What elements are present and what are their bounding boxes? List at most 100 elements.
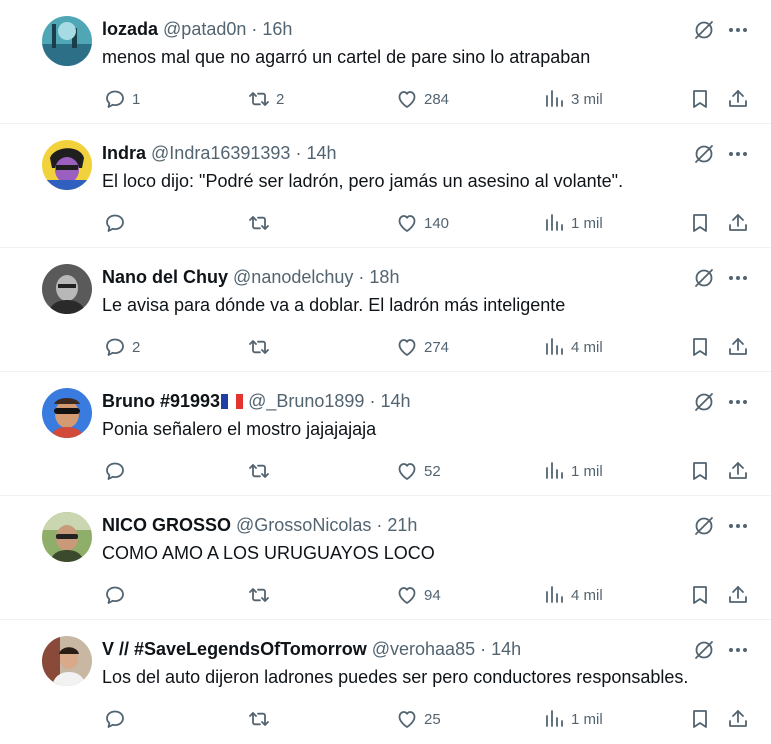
- like-button[interactable]: 25: [396, 706, 441, 732]
- like-count: 25: [424, 710, 441, 728]
- views-count: 4 mil: [571, 586, 603, 604]
- grok-icon[interactable]: [693, 267, 715, 289]
- avatar[interactable]: [42, 636, 92, 686]
- more-icon[interactable]: [726, 515, 750, 537]
- display-name[interactable]: V // #SaveLegendsOfTomorrow: [102, 639, 367, 659]
- views-chart-icon: [543, 460, 565, 482]
- tweet-header: Nano del Chuy @nanodelchuy · 18h: [102, 265, 399, 289]
- reply-icon: [104, 88, 126, 110]
- bookmark-button[interactable]: [689, 706, 711, 732]
- views-button[interactable]: 4 mil: [543, 334, 603, 360]
- share-button[interactable]: [727, 582, 749, 608]
- reply-icon: [104, 336, 126, 358]
- tweet[interactable]: Indra @Indra16391393 · 14h El loco dijo:…: [0, 124, 771, 248]
- views-button[interactable]: 1 mil: [543, 210, 603, 236]
- avatar[interactable]: [42, 388, 92, 438]
- more-icon[interactable]: [726, 19, 750, 41]
- like-button[interactable]: 284: [396, 86, 449, 112]
- user-handle[interactable]: @nanodelchuy: [233, 267, 353, 287]
- retweet-button[interactable]: [248, 334, 276, 360]
- tweet[interactable]: Bruno #91993 @_Bruno1899 · 14h Ponia señ…: [0, 372, 771, 496]
- bookmark-icon: [689, 584, 711, 606]
- retweet-button[interactable]: [248, 582, 276, 608]
- user-handle[interactable]: @verohaa85: [372, 639, 475, 659]
- like-button[interactable]: 274: [396, 334, 449, 360]
- share-icon: [727, 88, 749, 110]
- retweet-button[interactable]: [248, 706, 276, 732]
- timestamp[interactable]: 14h: [306, 143, 336, 163]
- views-chart-icon: [543, 336, 565, 358]
- more-icon[interactable]: [726, 391, 750, 413]
- views-button[interactable]: 1 mil: [543, 458, 603, 484]
- timestamp[interactable]: 16h: [262, 19, 292, 39]
- like-button[interactable]: 94: [396, 582, 441, 608]
- views-button[interactable]: 3 mil: [543, 86, 603, 112]
- grok-icon[interactable]: [693, 143, 715, 165]
- grok-icon[interactable]: [693, 639, 715, 661]
- timestamp[interactable]: 21h: [387, 515, 417, 535]
- like-count: 140: [424, 214, 450, 232]
- reply-button[interactable]: [104, 706, 132, 732]
- retweet-icon: [248, 88, 270, 110]
- bookmark-icon: [689, 336, 711, 358]
- user-handle[interactable]: @patad0n: [163, 19, 246, 39]
- share-button[interactable]: [727, 458, 749, 484]
- views-chart-icon: [543, 212, 565, 234]
- retweet-button[interactable]: 2: [248, 86, 284, 112]
- reply-button[interactable]: [104, 210, 132, 236]
- share-button[interactable]: [727, 706, 749, 732]
- more-icon[interactable]: [726, 143, 750, 165]
- display-name[interactable]: Indra: [102, 143, 146, 163]
- tweet[interactable]: NICO GROSSO @GrossoNicolas · 21h COMO AM…: [0, 496, 771, 620]
- display-name[interactable]: lozada: [102, 19, 158, 39]
- display-name[interactable]: Bruno #91993: [102, 391, 220, 411]
- user-handle[interactable]: @GrossoNicolas: [236, 515, 371, 535]
- tweet[interactable]: Nano del Chuy @nanodelchuy · 18h Le avis…: [0, 248, 771, 372]
- timestamp[interactable]: 14h: [380, 391, 410, 411]
- tweet[interactable]: V // #SaveLegendsOfTomorrow @verohaa85 ·…: [0, 620, 771, 744]
- retweet-button[interactable]: [248, 458, 276, 484]
- bookmark-icon: [689, 708, 711, 730]
- user-handle[interactable]: @Indra16391393: [151, 143, 290, 163]
- share-button[interactable]: [727, 86, 749, 112]
- heart-icon: [396, 336, 418, 358]
- avatar[interactable]: [42, 264, 92, 314]
- views-button[interactable]: 1 mil: [543, 706, 603, 732]
- tweet-text: menos mal que no agarró un cartel de par…: [102, 47, 591, 67]
- retweet-button[interactable]: [248, 210, 276, 236]
- reply-button[interactable]: [104, 582, 132, 608]
- avatar[interactable]: [42, 512, 92, 562]
- grok-icon[interactable]: [693, 391, 715, 413]
- reply-button[interactable]: [104, 458, 132, 484]
- share-icon: [727, 460, 749, 482]
- tweet-text: El loco dijo: "Podré ser ladrón, pero ja…: [102, 171, 624, 191]
- heart-icon: [396, 88, 418, 110]
- more-icon[interactable]: [726, 639, 750, 661]
- timestamp[interactable]: 14h: [491, 639, 521, 659]
- like-button[interactable]: 140: [396, 210, 449, 236]
- display-name[interactable]: NICO GROSSO: [102, 515, 231, 535]
- like-button[interactable]: 52: [396, 458, 441, 484]
- heart-icon: [396, 584, 418, 606]
- timestamp[interactable]: 18h: [369, 267, 399, 287]
- views-button[interactable]: 4 mil: [543, 582, 603, 608]
- share-button[interactable]: [727, 210, 749, 236]
- display-name[interactable]: Nano del Chuy: [102, 267, 228, 287]
- bookmark-button[interactable]: [689, 210, 711, 236]
- grok-icon[interactable]: [693, 19, 715, 41]
- user-handle[interactable]: @_Bruno1899: [248, 391, 364, 411]
- share-button[interactable]: [727, 334, 749, 360]
- avatar[interactable]: [42, 16, 92, 66]
- bookmark-button[interactable]: [689, 582, 711, 608]
- more-icon[interactable]: [726, 267, 750, 289]
- grok-icon[interactable]: [693, 515, 715, 537]
- bookmark-icon: [689, 88, 711, 110]
- tweet[interactable]: lozada @patad0n · 16h menos mal que no a…: [0, 0, 771, 124]
- bookmark-button[interactable]: [689, 334, 711, 360]
- bookmark-button[interactable]: [689, 458, 711, 484]
- bookmark-button[interactable]: [689, 86, 711, 112]
- reply-button[interactable]: 2: [104, 334, 140, 360]
- reply-button[interactable]: 1: [104, 86, 140, 112]
- avatar[interactable]: [42, 140, 92, 190]
- reply-icon: [104, 212, 126, 234]
